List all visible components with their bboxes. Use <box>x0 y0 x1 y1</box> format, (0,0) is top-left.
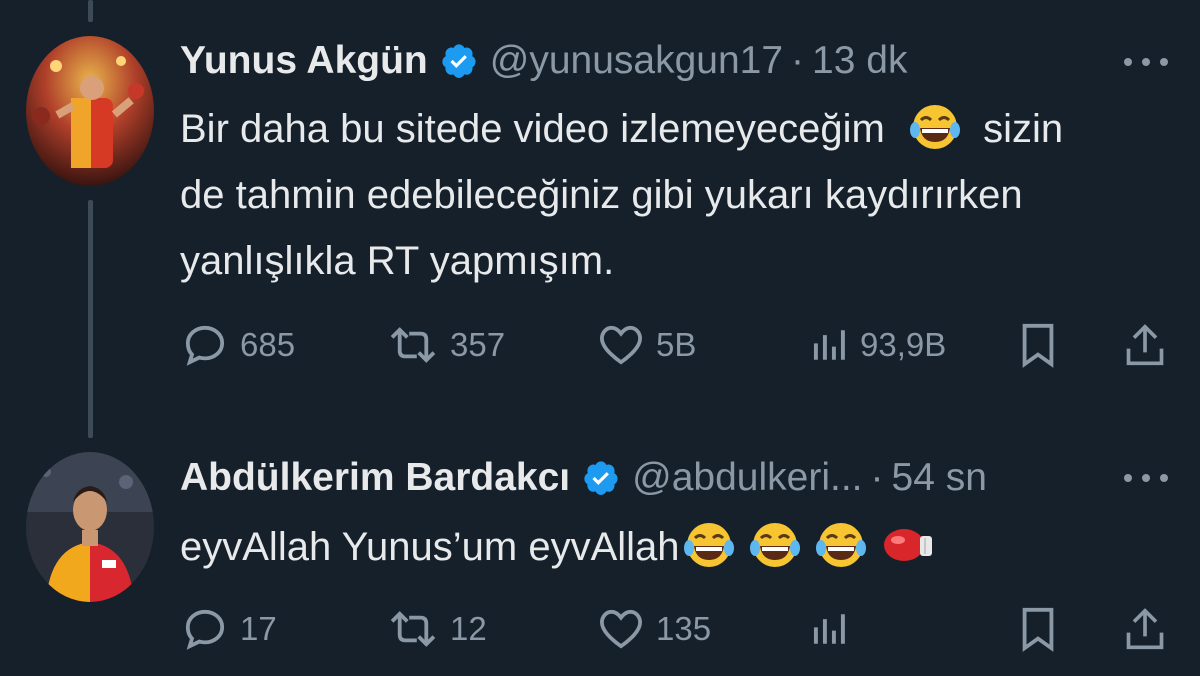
tweet-text: eyvAllah Yunus’um eyvAllah <box>180 514 934 580</box>
tweet-header: Yunus Akgün @yunusakgun17 · 13 dk <box>180 36 907 86</box>
laughing-emoji <box>748 520 802 570</box>
boxing-glove-emoji <box>880 520 934 570</box>
avatar[interactable] <box>26 452 154 602</box>
author-name[interactable]: Yunus Akgün <box>180 39 428 83</box>
tweet-text-line: Bir daha bu sitede video izlemeyeceğim <box>180 107 885 151</box>
like-icon <box>599 609 643 649</box>
laughing-emoji <box>814 520 868 570</box>
separator: · <box>791 39 805 82</box>
more-icon[interactable] <box>1124 468 1168 488</box>
reply-button[interactable]: 685 <box>182 320 295 370</box>
share-icon <box>1126 608 1164 650</box>
reply-button[interactable]: 17 <box>182 604 277 654</box>
reply-icon <box>185 609 225 650</box>
action-bar: 685 357 5B 93,9B <box>0 320 1200 370</box>
reply-count: 17 <box>240 610 277 647</box>
retweet-icon <box>390 327 436 363</box>
laughing-emoji <box>908 102 962 152</box>
reply-icon <box>185 325 225 366</box>
retweet-button[interactable]: 357 <box>388 320 505 370</box>
views-button[interactable]: 93,9B <box>810 320 946 370</box>
author-handle[interactable]: @abdulkeri... <box>632 456 862 500</box>
avatar[interactable] <box>26 36 154 186</box>
like-count: 135 <box>656 610 712 647</box>
share-icon <box>1126 324 1164 366</box>
retweet-count: 12 <box>450 610 487 647</box>
author-handle[interactable]: @yunusakgun17 <box>490 39 783 83</box>
views-button[interactable] <box>810 604 860 654</box>
like-count: 5B <box>656 326 697 363</box>
tweet-text-line: yanlışlıkla RT yapmışım. <box>180 239 615 283</box>
tweet-text-line: eyvAllah Yunus’um eyvAllah <box>180 525 680 569</box>
verified-icon <box>440 42 478 80</box>
views-count: 93,9B <box>860 326 947 363</box>
author-name[interactable]: Abdülkerim Bardakcı <box>180 456 570 500</box>
share-button[interactable] <box>1124 320 1166 370</box>
bookmark-icon <box>1022 607 1054 652</box>
separator: · <box>870 456 884 499</box>
tweet-text-line: de tahmin edebileceğiniz gibi yukarı kay… <box>180 173 1023 217</box>
bookmark-button[interactable] <box>1020 320 1056 370</box>
tweet-text: Bir daha bu sitede video izlemeyeceğim s… <box>180 96 1170 294</box>
like-icon <box>599 325 643 365</box>
tweet-header: Abdülkerim Bardakcı @abdulkeri... · 54 s… <box>180 453 987 503</box>
more-icon[interactable] <box>1124 52 1168 72</box>
bookmark-button[interactable] <box>1020 604 1056 654</box>
views-icon <box>813 614 845 644</box>
retweet-count: 357 <box>450 326 506 363</box>
action-bar: 17 12 135 <box>0 604 1200 654</box>
timestamp[interactable]: 13 dk <box>812 39 907 83</box>
views-icon <box>813 330 845 360</box>
like-button[interactable]: 135 <box>598 604 711 654</box>
retweet-icon <box>390 611 436 647</box>
tweet-text-line: sizin <box>983 107 1064 151</box>
retweet-button[interactable]: 12 <box>388 604 487 654</box>
tweet[interactable]: Abdülkerim Bardakcı @abdulkeri... · 54 s… <box>0 438 1200 676</box>
like-button[interactable]: 5B <box>598 320 696 370</box>
laughing-emoji <box>682 520 736 570</box>
tweet[interactable]: Yunus Akgün @yunusakgun17 · 13 dk Bir da… <box>0 0 1200 420</box>
reply-count: 685 <box>240 326 296 363</box>
timestamp[interactable]: 54 sn <box>892 456 987 500</box>
verified-icon <box>582 459 620 497</box>
share-button[interactable] <box>1124 604 1166 654</box>
bookmark-icon <box>1022 323 1054 368</box>
